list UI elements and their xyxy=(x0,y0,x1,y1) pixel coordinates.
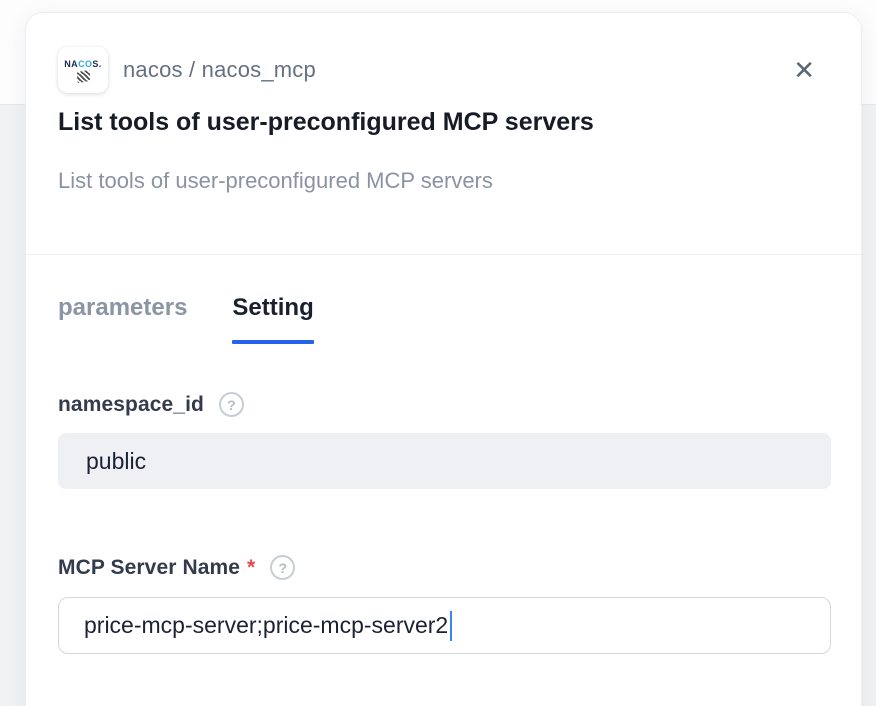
text-cursor xyxy=(450,611,452,641)
tab-bar: parameters Setting xyxy=(58,292,829,344)
namespace-value: public xyxy=(86,448,146,475)
server-name-input[interactable]: price-mcp-server;price-mcp-server2 xyxy=(58,597,831,654)
tool-dialog: NACOS. nacos / nacos_mcp ✕ List tools of… xyxy=(25,12,862,706)
close-icon[interactable]: ✕ xyxy=(793,47,815,93)
help-icon[interactable]: ? xyxy=(219,392,244,417)
tab-parameters[interactable]: parameters xyxy=(58,292,187,344)
namespace-field[interactable]: public xyxy=(58,433,831,489)
namespace-label: namespace_id xyxy=(58,393,204,417)
server-name-label: MCP Server Name xyxy=(58,556,240,580)
dialog-title: List tools of user-preconfigured MCP ser… xyxy=(58,106,829,138)
breadcrumb: nacos / nacos_mcp xyxy=(123,57,316,83)
nacos-seal-icon xyxy=(76,69,89,82)
dialog-subtitle: List tools of user-preconfigured MCP ser… xyxy=(58,167,829,195)
header-divider xyxy=(25,254,862,255)
required-asterisk: * xyxy=(247,556,255,580)
nacos-logo-wordmark: NACOS. xyxy=(64,59,101,69)
dialog-header: NACOS. nacos / nacos_mcp ✕ xyxy=(58,47,829,93)
nacos-logo: NACOS. xyxy=(58,47,108,93)
server-name-value: price-mcp-server;price-mcp-server2 xyxy=(84,612,448,639)
namespace-label-row: namespace_id ? xyxy=(58,392,829,417)
help-icon[interactable]: ? xyxy=(270,555,295,580)
tab-setting[interactable]: Setting xyxy=(232,292,313,344)
server-name-label-row: MCP Server Name * ? xyxy=(58,555,829,580)
